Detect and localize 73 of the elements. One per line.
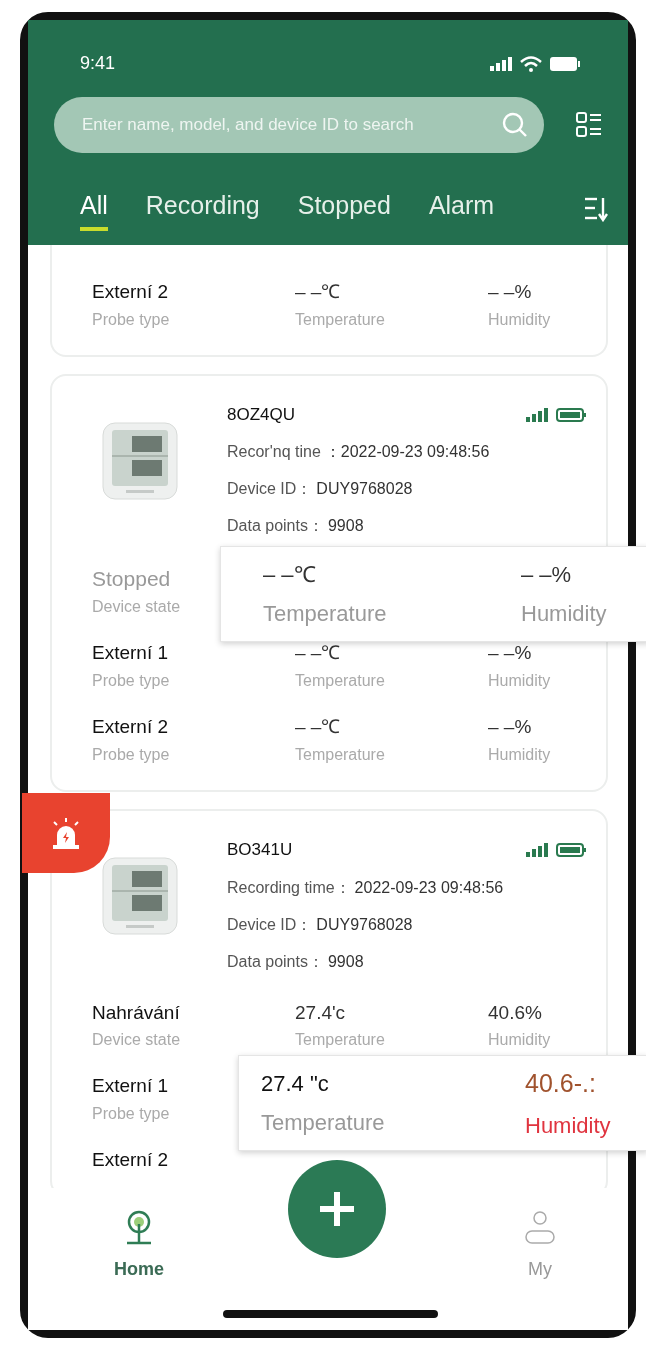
- search-icon: [502, 112, 528, 138]
- temperature-value: – –℃: [295, 642, 341, 666]
- filter-tab[interactable]: Stopped: [297, 187, 391, 231]
- field-label: Data points：: [227, 516, 324, 537]
- humidity-caption: Humidity: [488, 671, 551, 692]
- plus-icon: [317, 1189, 357, 1229]
- row-label: Externí 2: [92, 1149, 169, 1172]
- device-name: BO341U: [227, 839, 293, 862]
- filter-tab[interactable]: Recording: [145, 187, 260, 231]
- row-caption: Probe type: [92, 745, 170, 766]
- temperature-value: – –℃: [263, 561, 317, 590]
- field-value: 2022-09-23 09:48:56: [354, 877, 504, 898]
- field-label: Device ID：: [227, 914, 313, 935]
- field-label: Data points：: [227, 951, 324, 972]
- row-label: Externí 2: [92, 716, 169, 740]
- humidity-caption: Humidity: [488, 745, 551, 766]
- humidity-value: – –%: [488, 281, 532, 304]
- temperature-value: 27.4 "c: [261, 1070, 330, 1099]
- row-caption: Device state: [92, 597, 181, 618]
- humidity-value: – –%: [488, 642, 532, 666]
- filter-tab[interactable]: All: [80, 187, 108, 231]
- sort-icon[interactable]: [584, 195, 608, 222]
- temperature-caption: Temperature: [261, 1109, 386, 1138]
- status-time: 9:41: [80, 52, 116, 75]
- humidity-value: – –%: [521, 561, 573, 590]
- signal-icon: [490, 56, 512, 71]
- humidity-caption: Humidity: [525, 1111, 611, 1140]
- search-field[interactable]: Enter name, model, and device ID to search: [80, 111, 502, 139]
- temperature-caption: Temperature: [295, 1030, 385, 1051]
- humidity-value: – –%: [488, 716, 532, 740]
- humidity-value: 40.6-.:: [525, 1068, 597, 1100]
- temperature-caption: Temperature: [295, 671, 385, 692]
- device-name: 8OZ4QU: [227, 403, 296, 426]
- row-caption: Probe type: [92, 309, 170, 330]
- wifi-icon: [520, 55, 542, 72]
- row-caption: Probe type: [92, 1104, 170, 1125]
- temperature-value: 27.4'c: [295, 1001, 346, 1025]
- temperature-caption: Temperature: [295, 309, 385, 330]
- temperature-caption: Temperature: [263, 600, 388, 629]
- field-value: 9908: [327, 516, 364, 537]
- person-icon: [522, 1210, 558, 1246]
- signal-icon: [526, 842, 548, 857]
- battery-icon: [550, 56, 580, 71]
- row-label: Externí 1: [92, 642, 169, 666]
- battery-icon: [556, 407, 586, 422]
- temperature-caption: Temperature: [295, 745, 385, 766]
- humidity-caption: Humidity: [521, 600, 607, 629]
- nav-tab[interactable]: Home: [114, 1210, 164, 1283]
- row-label: Nahrávání: [92, 1001, 180, 1025]
- signal-icon: [526, 407, 548, 422]
- field-label: Device ID：: [227, 479, 313, 500]
- humidity-caption: Humidity: [488, 309, 551, 330]
- humidity-caption: Humidity: [488, 1030, 551, 1051]
- field-label: Recor'nq tine: [227, 442, 321, 463]
- search-bar[interactable]: Enter name, model, and device ID to search: [54, 97, 544, 153]
- humidity-value: 40.6%: [488, 1001, 542, 1025]
- field-value: DUY9768028: [316, 914, 413, 935]
- field-value: 9908: [327, 951, 364, 972]
- field-value: ：2022-09-23 09:48:56: [324, 442, 490, 463]
- row-caption: Device state: [92, 1030, 181, 1051]
- row-label: Stopped: [92, 566, 171, 592]
- device-card[interactable]: Externí 2 Probe type – –℃ Temperature – –% Humidity: [50, 245, 608, 357]
- grid-list-icon[interactable]: [576, 111, 602, 139]
- field-value: DUY9768028: [316, 479, 413, 500]
- battery-icon: [556, 842, 586, 857]
- temperature-value: – –℃: [295, 716, 341, 740]
- row-caption: Probe type: [92, 671, 170, 692]
- temperature-value: – –℃: [295, 281, 341, 304]
- nav-tab[interactable]: My: [522, 1210, 558, 1283]
- field-label: Recording time：: [227, 877, 351, 898]
- row-label: Externí 1: [92, 1075, 169, 1099]
- filter-tab[interactable]: Alarm: [428, 187, 495, 231]
- row-label: Externí 2: [92, 281, 169, 304]
